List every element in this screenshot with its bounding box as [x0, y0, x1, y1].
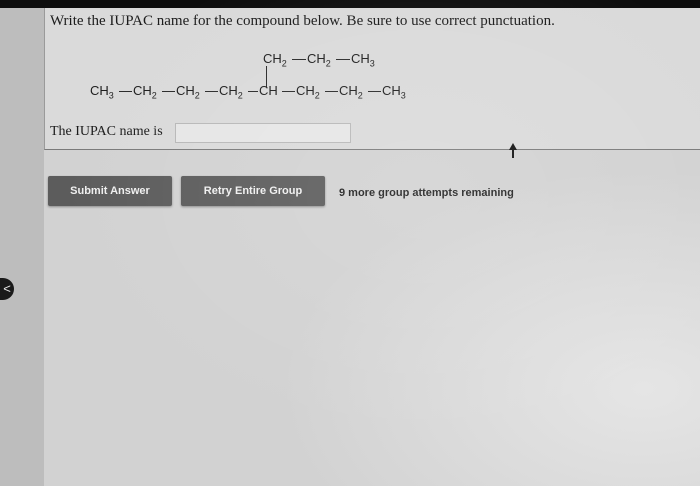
- bond: [205, 91, 218, 92]
- chain-group-7-text: CH2: [339, 83, 363, 101]
- chain-group-2-text: CH2: [133, 83, 157, 101]
- answer-label: The IUPAC name is: [50, 124, 163, 139]
- chain-group-6-text: CH2: [296, 83, 320, 101]
- bond: [368, 91, 381, 92]
- branch-group-2: CH2: [307, 51, 331, 69]
- chain-group-6: CH2: [296, 83, 320, 101]
- chain-group-3-text: CH2: [176, 83, 200, 101]
- question-panel: Write the IUPAC name for the compound be…: [44, 8, 700, 150]
- left-sidebar-strip: [0, 8, 44, 486]
- chain-group-1: CH3: [90, 83, 114, 101]
- bond: [248, 91, 258, 92]
- top-bar: [0, 0, 700, 8]
- chain-group-2: CH2: [133, 83, 157, 101]
- bond: [282, 91, 295, 92]
- chain-group-4: CH2: [219, 83, 243, 101]
- attempts-remaining-text: 9 more group attempts remaining: [339, 187, 514, 199]
- branch-group-3-text: CH3: [351, 51, 375, 69]
- answer-input[interactable]: [175, 123, 351, 143]
- chain-group-8: CH3: [382, 83, 406, 101]
- chain-group-7: CH2: [339, 83, 363, 101]
- bond: [325, 91, 338, 92]
- chain-group-3: CH2: [176, 83, 200, 101]
- chain-group-1-text: CH3: [90, 83, 114, 101]
- chain-group-4-text: CH2: [219, 83, 243, 101]
- bond: [336, 59, 350, 60]
- retry-entire-group-button[interactable]: Retry Entire Group: [181, 176, 325, 206]
- bond: [162, 91, 175, 92]
- submit-answer-button[interactable]: Submit Answer: [48, 176, 172, 206]
- chain-group-8-text: CH3: [382, 83, 406, 101]
- branch-group-2-text: CH2: [307, 51, 331, 69]
- mouse-cursor-icon: [509, 143, 517, 158]
- branch-group-1-text: CH2: [263, 51, 287, 69]
- chain-group-5-text: CH: [259, 83, 278, 98]
- bond: [292, 59, 306, 60]
- bond: [119, 91, 132, 92]
- chain-group-5: CH: [259, 83, 278, 98]
- branch-group-3: CH3: [351, 51, 375, 69]
